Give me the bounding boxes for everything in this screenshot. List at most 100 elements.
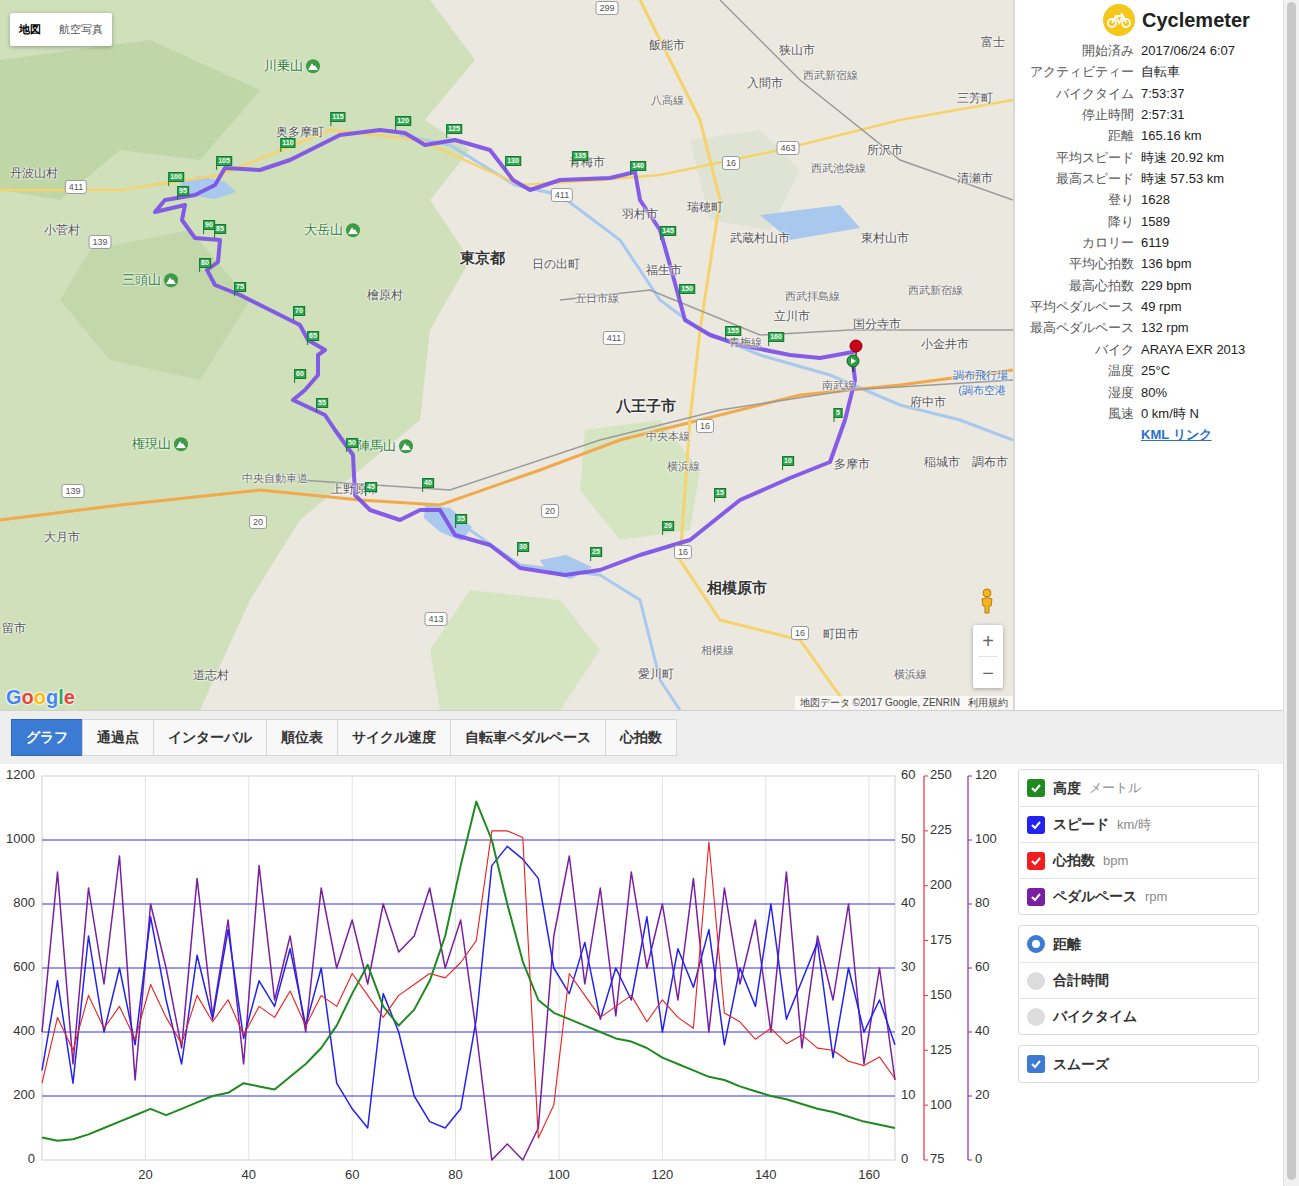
series-checkbox[interactable] xyxy=(1027,779,1045,797)
smooth-checkbox[interactable] xyxy=(1027,1055,1045,1073)
map-label: 福生市 xyxy=(646,261,682,279)
map-label-text: 檜原村 xyxy=(367,286,403,304)
map-label-text: 富士 xyxy=(981,33,1005,51)
map-label: 相模原市 xyxy=(707,577,767,600)
km-flag-pole xyxy=(234,292,235,296)
map-label-text: 相模線 xyxy=(701,642,734,659)
km-flag: 75 xyxy=(234,282,246,292)
heart-rate-line xyxy=(42,831,895,1138)
grid-line xyxy=(42,840,895,841)
map-label: 相模線 xyxy=(701,642,734,659)
series-checkbox[interactable] xyxy=(1027,816,1045,834)
map-canvas[interactable] xyxy=(0,0,1013,710)
km-flag-pole xyxy=(517,552,518,556)
series-unit: bpm xyxy=(1103,851,1128,871)
start-pin-icon xyxy=(847,355,859,367)
tab[interactable]: グラフ xyxy=(11,719,83,756)
map-type-button[interactable]: 航空写真 xyxy=(50,13,112,46)
x-tick-label: 100 xyxy=(548,1167,570,1182)
tick xyxy=(968,1032,972,1033)
tab[interactable]: 通過点 xyxy=(82,719,154,756)
zoom-out-button[interactable]: − xyxy=(973,657,1003,688)
altitude-tick-label: 800 xyxy=(13,895,35,910)
map-label: 稲城市 xyxy=(924,453,960,471)
km-flag: 15 xyxy=(714,488,726,498)
scrollbar[interactable] xyxy=(1283,0,1299,1186)
legend-item[interactable]: ペダルペースrpm xyxy=(1019,878,1258,914)
map-label-text: 狭山市 xyxy=(779,41,815,59)
km-flag: 130 xyxy=(505,156,521,166)
altitude-tick-label: 1200 xyxy=(6,767,35,782)
heart-tick-label: 150 xyxy=(930,987,952,1002)
map-label: 三芳町 xyxy=(957,89,993,107)
legend-item[interactable]: 高度メートル xyxy=(1019,770,1258,806)
x-tick-label: 120 xyxy=(652,1167,674,1182)
speed-tick-label: 40 xyxy=(901,895,915,910)
km-marker: 115 xyxy=(330,112,345,126)
map-label-text: 西武池袋線 xyxy=(811,160,866,177)
map-label: 八王子市 xyxy=(616,395,676,418)
km-flag: 20 xyxy=(662,521,674,531)
map-label-text: 府中市 xyxy=(910,393,946,411)
tab[interactable]: 自転車ペダルペース xyxy=(450,719,606,756)
km-marker: 100 xyxy=(168,172,184,186)
map-label: 大岳山 xyxy=(304,220,360,240)
map-label: 16 xyxy=(696,419,714,433)
km-flag-pole xyxy=(177,196,178,200)
x-tick-label: 160 xyxy=(858,1167,880,1182)
map-label: 日の出町 xyxy=(532,255,580,273)
km-flag-pole xyxy=(630,171,631,175)
tab[interactable]: 心拍数 xyxy=(605,719,677,756)
tab[interactable]: サイクル速度 xyxy=(337,719,451,756)
heart-axis-line xyxy=(923,776,924,1160)
map-label: 20 xyxy=(541,504,559,518)
route-map[interactable]: 飯能市狭山市入間市三芳町富士所沢市清瀬市川乗山奥多摩町丹波山村小菅村大岳山三頭山… xyxy=(0,0,1013,710)
map-label: 所沢市 xyxy=(867,141,903,159)
legend-group: 距離合計時間バイクタイム xyxy=(1018,925,1259,1035)
zoom-in-button[interactable]: + xyxy=(973,625,1003,656)
km-marker: 25 xyxy=(590,547,602,561)
map-label-text: 南武線 xyxy=(822,377,855,394)
legend-item[interactable]: 心拍数bpm xyxy=(1019,842,1258,878)
pegman-icon[interactable] xyxy=(977,588,997,614)
tab[interactable]: インターバル xyxy=(153,719,267,756)
check-mark xyxy=(1032,858,1040,864)
map-label-text: 大岳山 xyxy=(304,220,343,240)
x-axis-option[interactable]: 合計時間 xyxy=(1019,962,1258,998)
radio-button[interactable] xyxy=(1027,1008,1045,1026)
legend-item[interactable]: スピードkm/時 xyxy=(1019,806,1258,842)
stat-label: 平均ペダルペース xyxy=(1015,296,1134,317)
map-label: 飯能市 xyxy=(649,36,685,54)
series-checkbox[interactable] xyxy=(1027,888,1045,906)
chart-section: 2040608010012014016002004006008001000120… xyxy=(0,764,1283,1186)
km-flag: 45 xyxy=(365,482,377,492)
highway xyxy=(640,0,850,710)
map-label-text: 丹波山村 xyxy=(10,164,58,182)
map-label: 16 xyxy=(722,156,740,170)
map-type-button[interactable]: 地図 xyxy=(10,13,50,46)
tab[interactable]: 順位表 xyxy=(266,719,338,756)
speed-tick-label: 50 xyxy=(901,831,915,846)
map-label-text: 139 xyxy=(92,236,107,248)
map-label: 五日市線 xyxy=(575,290,619,307)
map-label: 留市 xyxy=(2,619,26,637)
km-flag-pole xyxy=(330,122,331,126)
radio-button[interactable] xyxy=(1027,935,1045,953)
kml-link[interactable]: KML リンク xyxy=(1141,424,1283,445)
map-label-text: 留市 xyxy=(2,619,26,637)
map-label: 411 xyxy=(65,180,87,194)
map-label: 411 xyxy=(603,331,625,345)
series-checkbox[interactable] xyxy=(1027,852,1045,870)
chart: 2040608010012014016002004006008001000120… xyxy=(0,764,1010,1186)
terms-link[interactable]: 利用規約 xyxy=(968,696,1008,710)
smooth-option[interactable]: スムーズ xyxy=(1019,1046,1258,1082)
scrollbar-thumb[interactable] xyxy=(1287,2,1296,1180)
km-flag-pole xyxy=(216,166,217,170)
km-marker: 135 xyxy=(572,151,588,165)
x-axis-option[interactable]: バイクタイム xyxy=(1019,998,1258,1034)
map-label-text: 西武新宿線 xyxy=(803,67,858,84)
radio-button[interactable] xyxy=(1027,972,1045,990)
forest-area xyxy=(60,230,250,380)
x-axis-option[interactable]: 距離 xyxy=(1019,926,1258,962)
km-flag: 105 xyxy=(216,156,232,166)
